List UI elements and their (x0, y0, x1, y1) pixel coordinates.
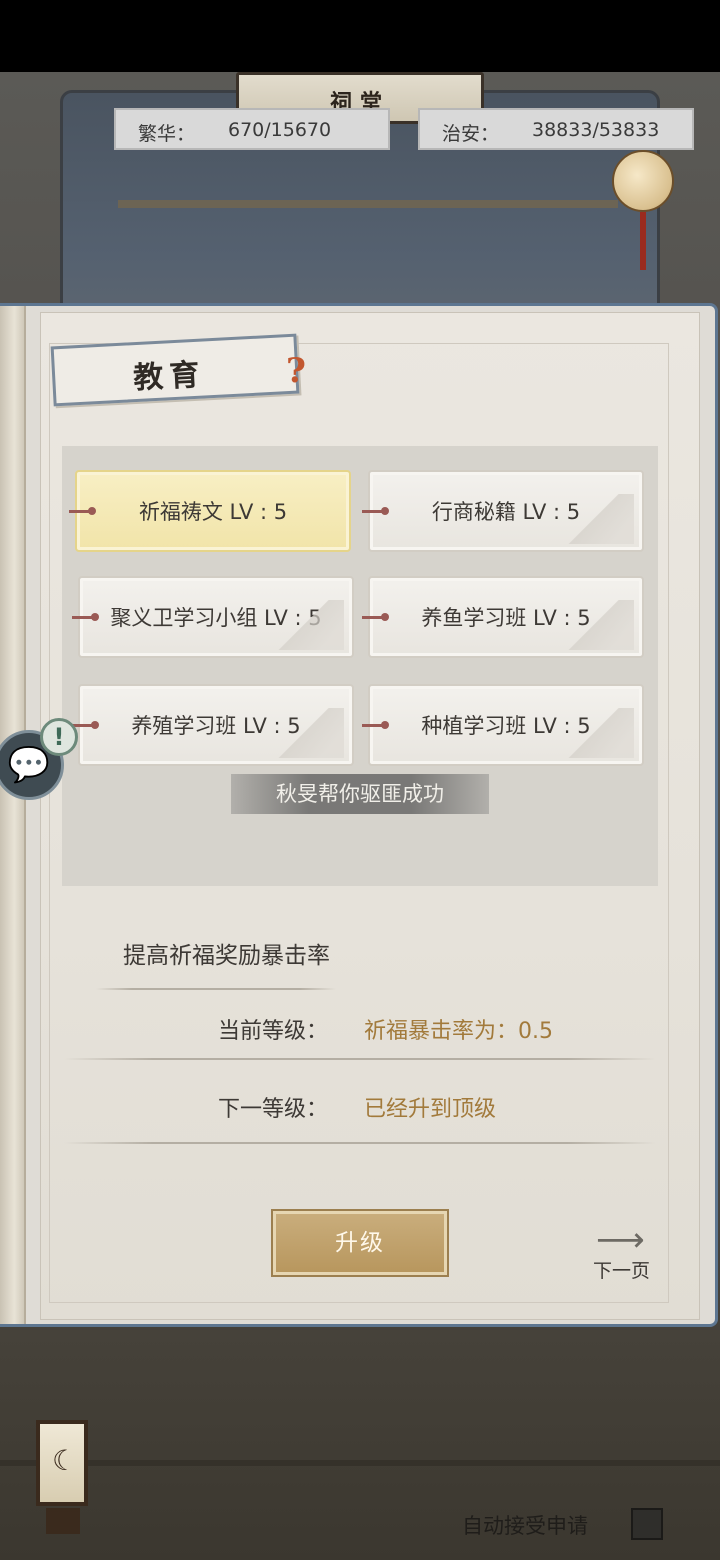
mountain-icon (564, 600, 634, 650)
skill-card-merchant[interactable]: 行商秘籍 LV : 5 (362, 470, 644, 552)
skill-card-guard-study[interactable]: 聚义卫学习小组 LV : 5 (72, 576, 354, 658)
skill-card-fish-farming[interactable]: 养鱼学习班 LV : 5 (362, 576, 644, 658)
toast-message: 秋旻帮你驱匪成功 (231, 774, 489, 814)
connector-icon (69, 507, 96, 515)
moon-icon: ☾ (52, 1444, 78, 1477)
security-label: 治安： (442, 123, 500, 145)
connector-icon (72, 613, 99, 621)
auto-accept-checkbox[interactable] (631, 1508, 663, 1540)
prosperity-stat: 繁华： 670/15670 (114, 108, 390, 150)
skill-card-blessing[interactable]: 祈福祷文 LV : 5 (69, 470, 351, 552)
connector-icon (362, 613, 389, 621)
security-value: 38833/53833 (532, 119, 660, 141)
auto-accept-label: 自动接受申请 (462, 1514, 588, 1538)
skill-card-breeding[interactable]: 养殖学习班 LV : 5 (72, 684, 354, 766)
arrow-right-icon: ⟶ (596, 1220, 645, 1260)
skill-label: 祈福祷文 LV : 5 (138, 500, 288, 524)
mountain-icon (564, 494, 634, 544)
next-page-button[interactable]: ⟶ 下一页 (588, 1220, 668, 1282)
alert-icon[interactable]: ! (40, 718, 78, 756)
prosperity-label: 繁华： (138, 123, 196, 145)
skill-card-planting[interactable]: 种植学习班 LV : 5 (362, 684, 644, 766)
floor-line (0, 1460, 720, 1466)
current-level-label: 当前等级： (218, 1019, 329, 1044)
top-bar (0, 0, 720, 72)
connector-icon (72, 721, 99, 729)
current-level-value: 祈福暴击率为：0.5 (364, 1019, 553, 1044)
question-mark-icon[interactable]: ? (282, 350, 310, 392)
mountain-icon (274, 600, 344, 650)
divider (64, 1058, 656, 1060)
lantern-tassel (640, 212, 646, 270)
panel-title: 教育 (132, 357, 207, 397)
connector-icon (362, 507, 389, 515)
next-page-label: 下一页 (593, 1260, 651, 1282)
divider (96, 988, 336, 990)
security-stat: 治安： 38833/53833 (418, 108, 694, 150)
prosperity-value: 670/15670 (228, 119, 332, 141)
lamp-icon[interactable]: ☾ (36, 1420, 88, 1506)
divider (64, 1142, 656, 1144)
connector-icon (362, 721, 389, 729)
book-spine (0, 306, 26, 1324)
hall-rail (118, 200, 618, 208)
skill-description: 提高祈福奖励暴击率 (123, 943, 330, 969)
mountain-icon (274, 708, 344, 758)
panel-title-banner: 教育 (50, 333, 300, 407)
next-level-value: 已经升到顶级 (364, 1097, 497, 1122)
lantern-icon (612, 150, 674, 212)
floor (0, 1330, 720, 1560)
next-level-label: 下一等级： (218, 1097, 329, 1122)
mountain-icon (564, 708, 634, 758)
lamp-base (46, 1508, 80, 1534)
skill-label: 行商秘籍 LV : 5 (431, 500, 581, 524)
upgrade-button[interactable]: 升级 (273, 1211, 447, 1275)
